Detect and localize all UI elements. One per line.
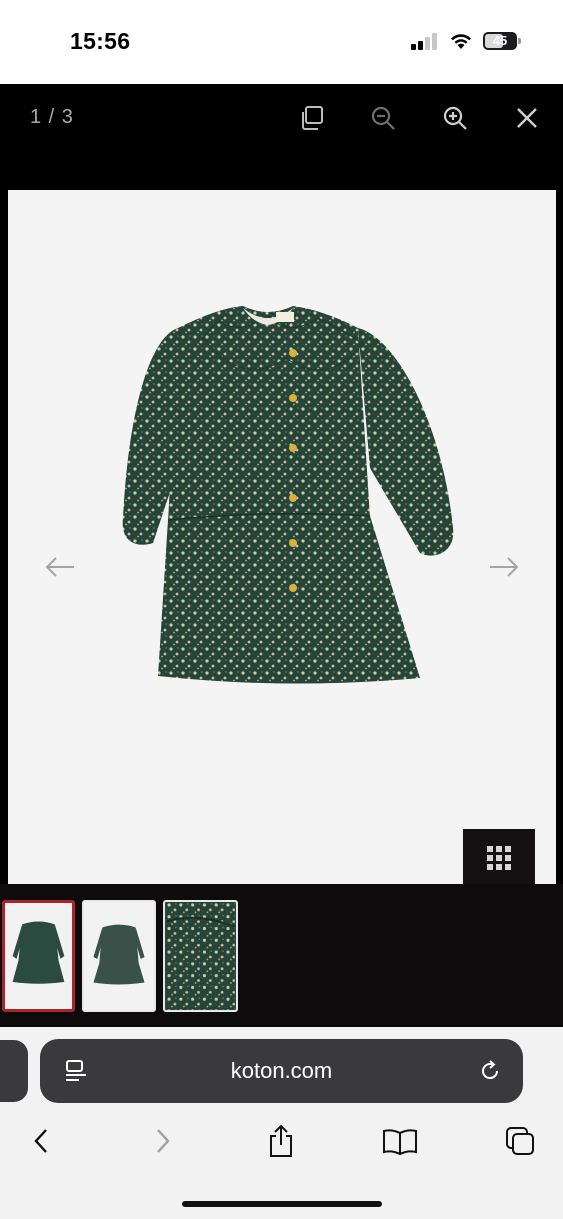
share-button[interactable]: [259, 1119, 303, 1163]
back-button[interactable]: [19, 1119, 63, 1163]
zoom-in-icon[interactable]: [439, 102, 471, 134]
forward-button[interactable]: [141, 1119, 185, 1163]
share-icon: [270, 1124, 292, 1157]
image-viewer: 1 / 3: [0, 84, 563, 1027]
tabs-icon: [506, 1127, 534, 1155]
thumbnail-3[interactable]: [163, 900, 238, 1012]
dress-photo: [122, 306, 454, 684]
signal-icon: [411, 33, 437, 50]
battery-icon: 45: [483, 32, 521, 50]
product-image: [8, 190, 556, 884]
previous-tab-preview[interactable]: [0, 1040, 28, 1102]
zoom-out-icon[interactable]: [367, 102, 399, 134]
copy-icon[interactable]: [296, 102, 328, 134]
navigation-row: [0, 1119, 563, 1163]
battery-level: 45: [492, 33, 508, 48]
grid-button[interactable]: [463, 829, 535, 887]
thumbnail-strip: [0, 884, 563, 1027]
bookmarks-icon: [383, 1129, 417, 1155]
thumbnail-2[interactable]: [82, 900, 156, 1012]
address-bar[interactable]: koton.com: [40, 1039, 523, 1103]
close-icon[interactable]: [511, 102, 543, 134]
back-icon: [34, 1129, 47, 1153]
tabs-button[interactable]: [498, 1119, 542, 1163]
url-text: koton.com: [230, 1058, 333, 1083]
image-counter: 1 / 3: [30, 106, 74, 128]
status-icons: 45: [411, 32, 521, 50]
arrow-left-icon[interactable]: [44, 553, 76, 581]
reload-icon[interactable]: [476, 1057, 504, 1085]
browser-toolbar: koton.com: [0, 1027, 563, 1219]
status-bar: 15:56 45: [0, 0, 563, 84]
home-indicator: [182, 1201, 382, 1207]
arrow-right-icon[interactable]: [488, 553, 520, 581]
status-time: 15:56: [70, 28, 131, 54]
wifi-icon: [451, 34, 471, 49]
grid-icon: [487, 846, 511, 870]
forward-icon: [157, 1129, 170, 1153]
bookmarks-button[interactable]: [378, 1119, 422, 1163]
thumbnail-1[interactable]: [2, 900, 75, 1012]
